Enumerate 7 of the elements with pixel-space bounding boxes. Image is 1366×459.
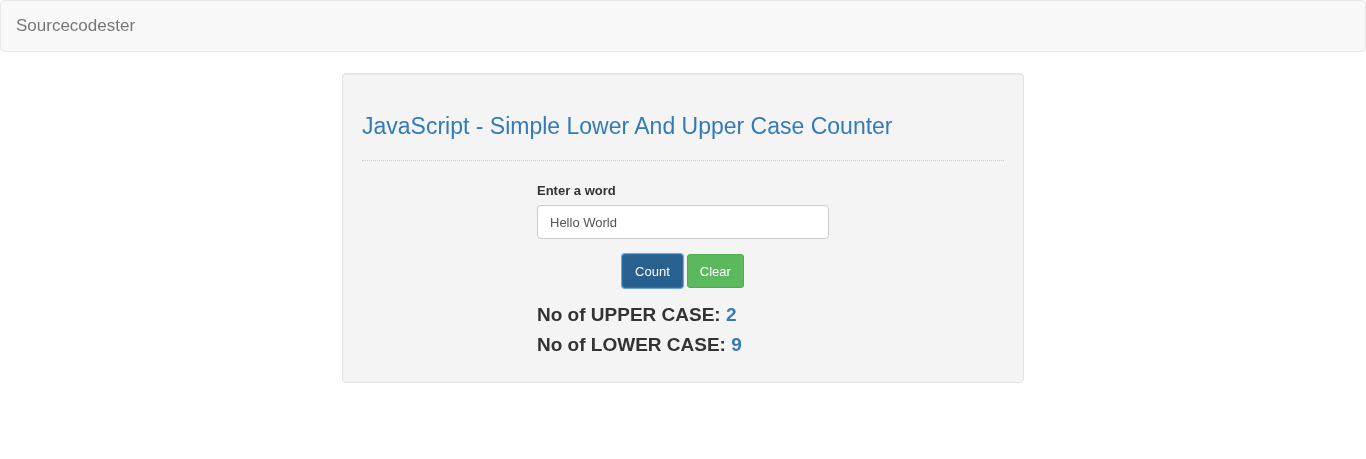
brand-link[interactable]: Sourcecodester [16,16,136,36]
count-button[interactable]: Count [622,254,683,288]
count-result: No of UPPER CASE: 2 [537,304,737,326]
word-input-field[interactable]: Hello World [537,205,829,239]
count-result: No of LOWER CASE: 9 [537,334,742,356]
field-label: Enter a word [537,183,616,198]
page-title: JavaScript - Simple Lower And Upper Case Counter [362,113,894,140]
